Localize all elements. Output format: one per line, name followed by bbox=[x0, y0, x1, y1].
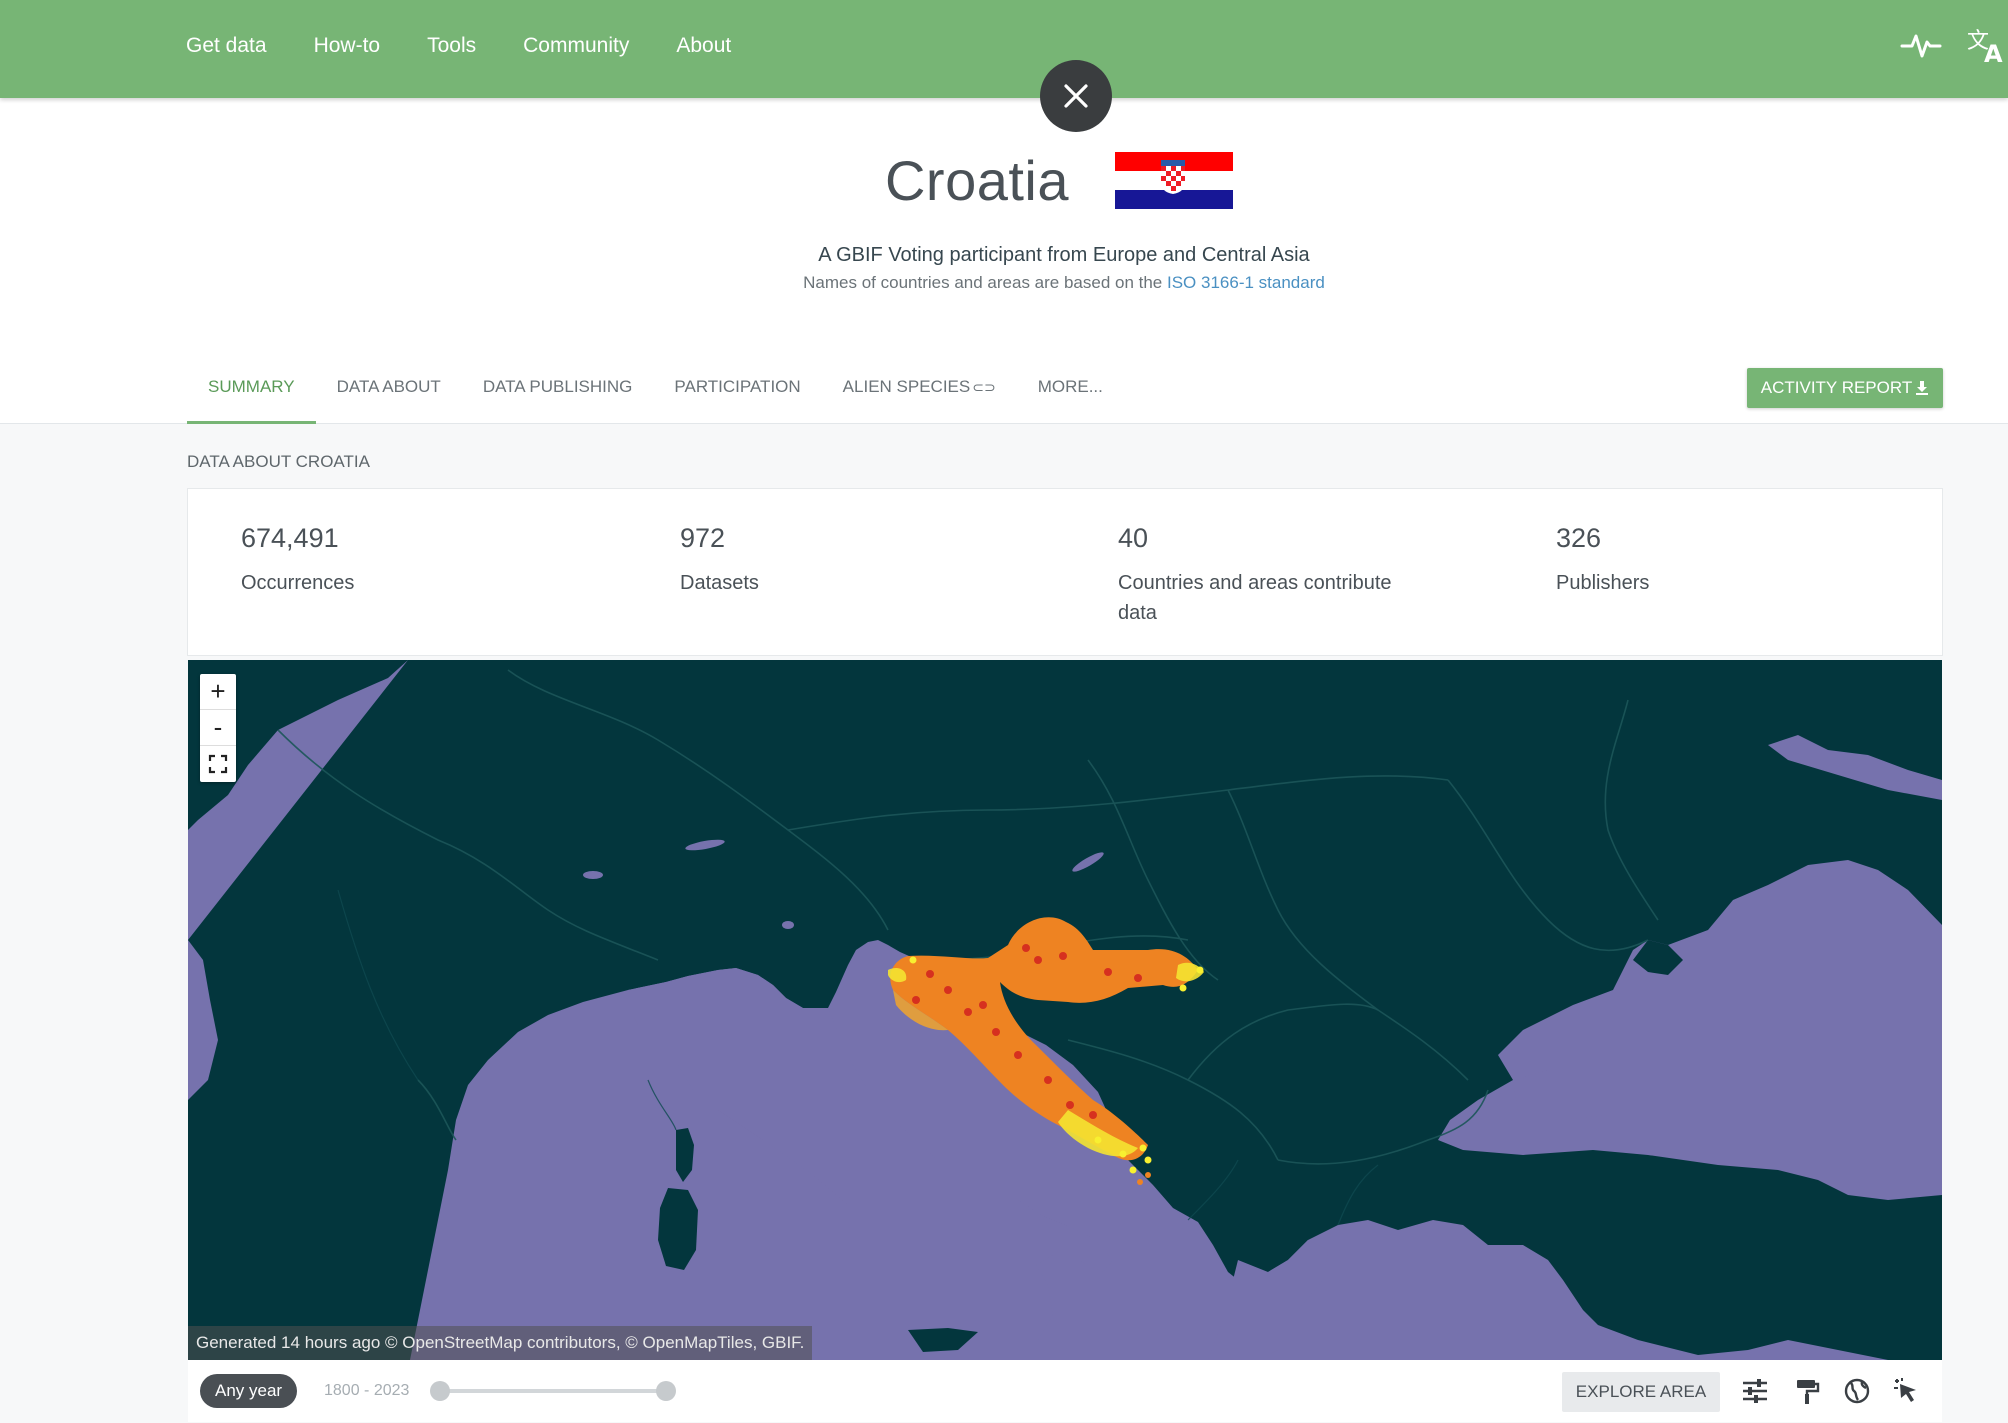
title-row: Croatia bbox=[0, 148, 2008, 213]
participant-subtitle: A GBIF Voting participant from Europe an… bbox=[818, 244, 1310, 266]
stat-label: Publishers bbox=[1556, 572, 1650, 594]
svg-text:A: A bbox=[1984, 40, 2003, 66]
map-attribution: Generated 14 hours ago © OpenStreetMap c… bbox=[188, 1326, 813, 1360]
stat-datasets[interactable]: 972 Datasets bbox=[680, 523, 759, 598]
close-button[interactable] bbox=[1040, 60, 1112, 132]
any-year-chip[interactable]: Any year bbox=[200, 1374, 298, 1408]
tab-data-publishing[interactable]: Data publishing bbox=[462, 361, 654, 424]
map-basemap bbox=[188, 660, 1942, 1360]
zoom-in-button[interactable]: + bbox=[200, 674, 236, 710]
stat-label: Countries and areas contribute data bbox=[1118, 572, 1392, 624]
pulse-icon[interactable] bbox=[1900, 24, 1942, 66]
filter-sliders-icon[interactable] bbox=[1740, 1376, 1770, 1406]
explore-area-button[interactable]: Explore area bbox=[1562, 1372, 1720, 1412]
stat-label: Occurrences bbox=[241, 572, 355, 594]
close-icon bbox=[1064, 84, 1088, 108]
nav-community[interactable]: Community bbox=[523, 34, 629, 58]
paint-roller-icon[interactable] bbox=[1792, 1376, 1822, 1406]
stat-value: 972 bbox=[680, 523, 726, 553]
tab-participation[interactable]: Participation bbox=[653, 361, 821, 424]
nav-tools[interactable]: Tools bbox=[427, 34, 476, 58]
corsica-island bbox=[676, 1128, 694, 1182]
tab-data-about[interactable]: Data about bbox=[316, 361, 462, 424]
sardinia-island bbox=[658, 1188, 698, 1270]
croatia-flag-icon bbox=[1115, 151, 1234, 210]
translate-icon[interactable]: 文 A bbox=[1966, 24, 2008, 66]
tab-alien-species[interactable]: Alien species ⊂⊃ bbox=[822, 361, 1017, 424]
iso-note: Names of countries and areas are based o… bbox=[0, 273, 2008, 293]
activity-report-label: Activity report bbox=[1760, 378, 1913, 397]
stat-label: Datasets bbox=[680, 572, 759, 594]
slider-start-handle[interactable] bbox=[430, 1381, 450, 1401]
map-footer: Any year 1800 - 2023 Explore area bbox=[188, 1360, 1942, 1422]
globe-icon[interactable] bbox=[1842, 1376, 1872, 1406]
tab-alien-species-label: Alien species bbox=[842, 377, 971, 396]
year-range-slider[interactable] bbox=[430, 1381, 676, 1401]
nav-how-to[interactable]: How-to bbox=[314, 34, 381, 58]
stat-value: 40 bbox=[1118, 523, 1149, 553]
top-navigation-bar: Get data How-to Tools Community About 文 … bbox=[0, 0, 2008, 98]
cursor-select-icon[interactable] bbox=[1892, 1376, 1922, 1406]
occurrence-map[interactable]: + - Generated 14 hours ago © OpenStreetM… bbox=[188, 660, 1942, 1360]
nav-about[interactable]: About bbox=[676, 34, 731, 58]
iso-note-text: Names of countries and areas are based o… bbox=[803, 273, 1167, 292]
section-label: Data about Croatia bbox=[187, 452, 370, 471]
nav-get-data[interactable]: Get data bbox=[186, 34, 267, 58]
page-title: Croatia bbox=[884, 149, 1070, 212]
black-sea-shore bbox=[1513, 1055, 1668, 1120]
iso-standard-link[interactable]: ISO 3166-1 standard bbox=[1167, 273, 1325, 292]
stat-occurrences[interactable]: 674,491 Occurrences bbox=[241, 523, 354, 598]
activity-report-button[interactable]: Activity report bbox=[1747, 368, 1943, 408]
main-nav: Get data How-to Tools Community About bbox=[186, 0, 778, 92]
fullscreen-icon bbox=[208, 754, 228, 774]
zoom-out-button[interactable]: - bbox=[200, 710, 236, 746]
tab-more[interactable]: More... bbox=[1017, 361, 1124, 424]
fullscreen-button[interactable] bbox=[200, 746, 236, 782]
link-icon: ⊂⊃ bbox=[972, 379, 996, 395]
stat-countries[interactable]: 40 Countries and areas contribute data bbox=[1118, 523, 1428, 628]
download-icon bbox=[1916, 381, 1929, 395]
zoom-controls: + - bbox=[200, 674, 236, 782]
stat-value: 326 bbox=[1556, 523, 1602, 553]
crimea bbox=[1633, 940, 1683, 975]
stat-value: 674,491 bbox=[241, 523, 339, 553]
stats-card: 674,491 Occurrences 972 Datasets 40 Coun… bbox=[187, 488, 1943, 656]
top-right-icons: 文 A bbox=[1900, 24, 2008, 66]
slider-end-handle[interactable] bbox=[656, 1381, 676, 1401]
country-header: Croatia A GBIF Voting participant from E… bbox=[0, 98, 2008, 424]
stat-publishers[interactable]: 326 Publishers bbox=[1556, 523, 1649, 598]
tab-bar: Summary Data about Data publishing Parti… bbox=[187, 361, 1124, 424]
year-range-label: 1800 - 2023 bbox=[324, 1382, 410, 1399]
tab-summary[interactable]: Summary bbox=[187, 361, 316, 424]
